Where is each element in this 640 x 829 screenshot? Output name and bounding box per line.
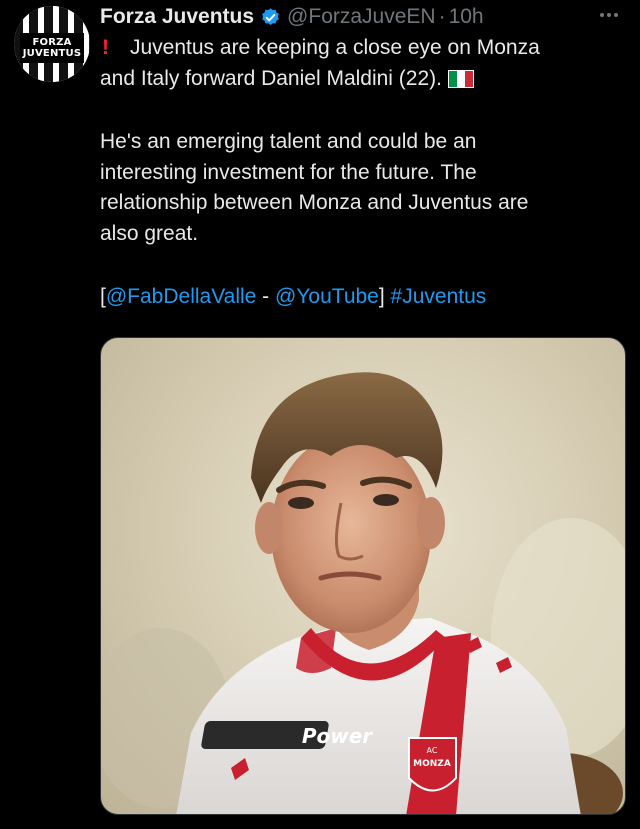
tweet-line-text: Juventus are keeping a close eye on Monz… xyxy=(130,36,540,59)
mention-link-youtube[interactable]: @YouTube xyxy=(275,285,379,308)
more-options-icon[interactable] xyxy=(596,8,622,22)
tweet-line-text: also great. xyxy=(100,221,199,245)
ear xyxy=(255,502,283,554)
tweet-text: ! Juventus are keeping a close eye on Mon… xyxy=(100,33,620,313)
more-dot xyxy=(607,13,611,17)
avatar-logo-line-1: FORZA xyxy=(32,37,72,48)
tweet-line: relationship between Monza and Juventus … xyxy=(100,188,620,219)
mention-link-fabdellavalle[interactable]: @FabDellaValle xyxy=(106,285,257,308)
face xyxy=(271,433,431,633)
tweet-line: ! Juventus are keeping a close eye on Mon… xyxy=(100,33,620,64)
tweet-line: and Italy forward Daniel Maldini (22). xyxy=(100,64,620,95)
tweet-line: interesting investment for the future. T… xyxy=(100,158,620,189)
header-separator: · xyxy=(438,5,446,28)
exclamation-icon: ! xyxy=(102,36,109,59)
tweet-line-text: relationship between Monza and Juventus … xyxy=(100,191,529,214)
eye xyxy=(373,494,399,506)
source-line: [@FabDellaValle - @YouTube] #Juventus xyxy=(100,282,620,313)
player-photo: Power AC MONZA xyxy=(101,372,625,814)
hashtag-link[interactable]: #Juventus xyxy=(391,285,487,308)
source-dash: - xyxy=(256,285,276,308)
post-timestamp[interactable]: 10h xyxy=(449,5,484,29)
profile-avatar[interactable]: FORZA JUVENTUS xyxy=(14,6,90,82)
badge-line-1: AC xyxy=(427,746,438,755)
badge-line-2: MONZA xyxy=(413,759,451,769)
display-name[interactable]: Forza Juventus xyxy=(100,5,254,29)
tweet-line: also great. xyxy=(100,219,620,250)
user-handle[interactable]: @ForzaJuveEN xyxy=(287,5,436,29)
more-dot xyxy=(600,13,604,17)
eye xyxy=(288,497,314,509)
sponsor-text: Power xyxy=(302,724,373,748)
monza-badge-icon: AC MONZA xyxy=(408,737,457,792)
sponsor-logo: Power xyxy=(201,721,373,749)
tweet-media-photo[interactable]: Power AC MONZA xyxy=(100,337,626,815)
avatar-logo-plate: FORZA JUVENTUS xyxy=(20,33,84,63)
verified-badge-icon[interactable] xyxy=(260,7,281,28)
tweet-line-text: interesting investment for the future. T… xyxy=(100,160,477,184)
source-bracket-close: ] xyxy=(378,285,385,308)
italy-flag-icon xyxy=(448,69,474,88)
more-dot xyxy=(614,13,618,17)
avatar-logo-line-2: JUVENTUS xyxy=(22,48,82,59)
tweet-line-text: He's an emerging talent and could be an xyxy=(100,130,477,153)
tweet-line-text: and Italy forward Daniel Maldini (22). xyxy=(100,66,442,90)
tweet-line: He's an emerging talent and could be an xyxy=(100,127,620,158)
ear xyxy=(417,497,445,549)
tweet-header: Forza Juventus @ForzaJuveEN · 10h xyxy=(100,2,484,32)
